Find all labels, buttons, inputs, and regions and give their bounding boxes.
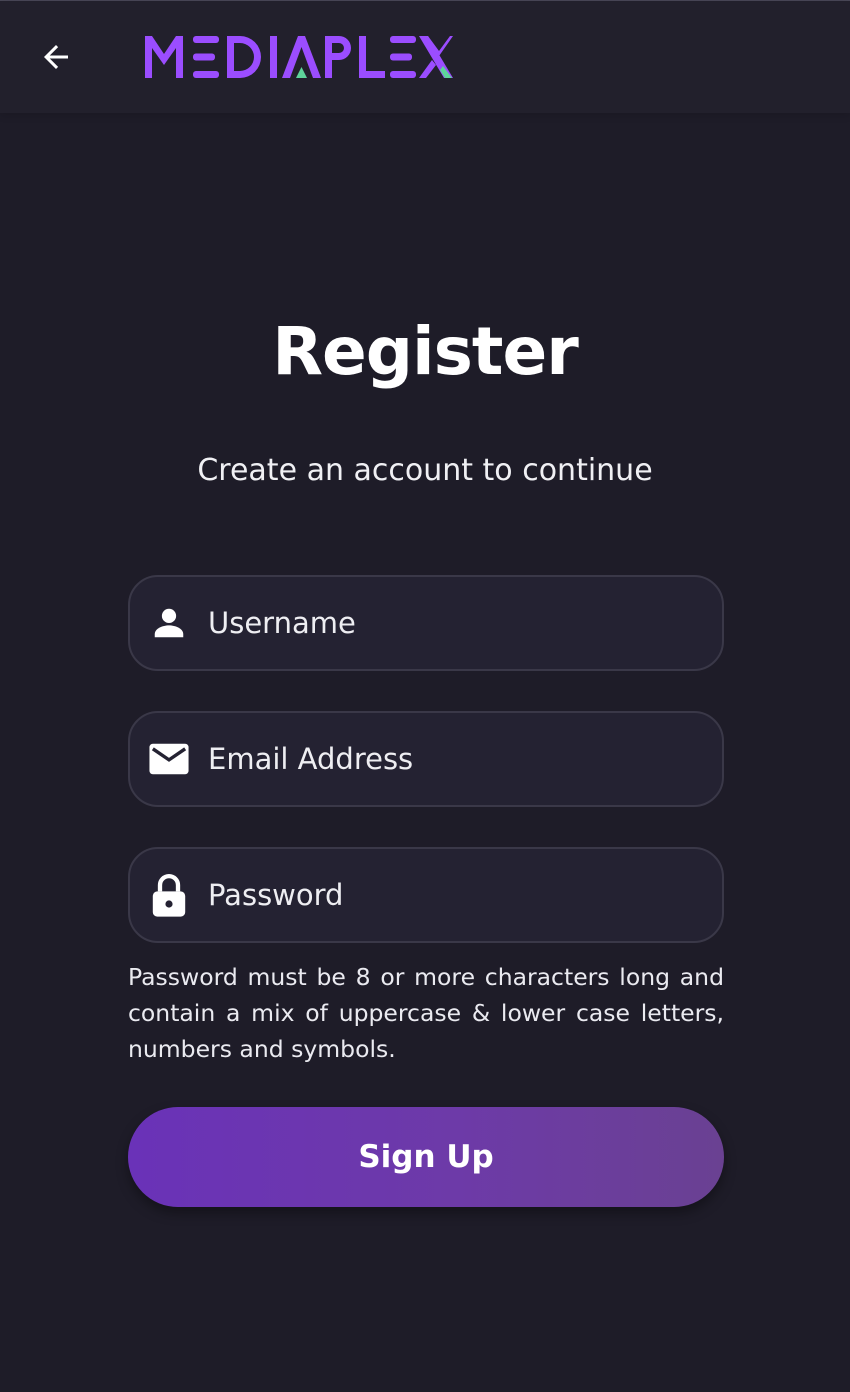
back-button[interactable] <box>30 33 82 81</box>
top-app-bar <box>0 1 850 113</box>
password-requirements-hint: Password must be 8 or more characters lo… <box>128 963 724 1063</box>
password-input[interactable] <box>208 865 722 925</box>
envelope-icon <box>148 738 190 780</box>
logo-wordmark <box>145 36 453 78</box>
mediaplex-logo <box>143 34 453 80</box>
email-input[interactable] <box>208 729 722 789</box>
person-icon <box>148 602 190 644</box>
sign-up-button[interactable]: Sign Up <box>128 1107 724 1207</box>
username-input[interactable] <box>208 593 722 653</box>
email-field[interactable] <box>128 711 724 807</box>
page-title: Register <box>272 313 579 390</box>
password-field[interactable] <box>128 847 724 943</box>
register-screen: Register Create an account to continue U… <box>0 0 850 1392</box>
lock-icon <box>148 873 190 917</box>
page-subtitle: Create an account to continue <box>197 453 653 488</box>
arrow-left-icon <box>44 45 68 69</box>
username-field[interactable] <box>128 575 724 671</box>
